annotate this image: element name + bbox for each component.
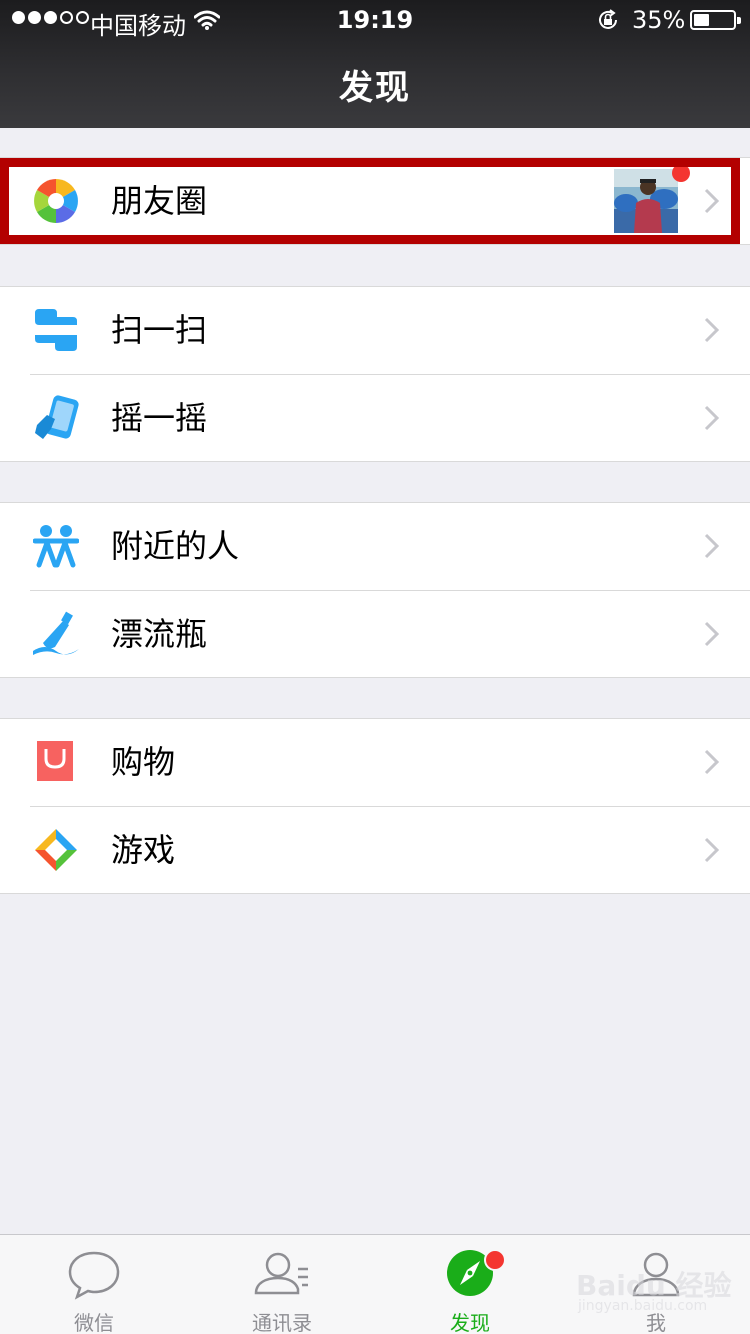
menu-group-shopping-games: 购物 游戏 (0, 718, 750, 894)
discover-badge (484, 1249, 506, 1271)
menu-item-scan[interactable]: 扫一扫 (0, 287, 750, 374)
baidu-jingyan-watermark: Baidu 经验 jingyan.baidu.com (576, 1264, 736, 1324)
top-bar: 中国移动 19:19 35% 发现 (0, 0, 750, 128)
chevron-right-icon (704, 837, 720, 863)
menu-item-label: 购物 (111, 743, 176, 781)
menu-item-label: 漂流瓶 (111, 615, 208, 653)
watermark-url: jingyan.baidu.com (578, 1298, 708, 1314)
tab-label: 发现 (450, 1311, 490, 1334)
battery-icon (690, 10, 741, 30)
tab-discover[interactable]: 发现 (376, 1235, 564, 1334)
menu-item-label: 附近的人 (111, 527, 240, 565)
moments-aperture-icon (33, 178, 79, 224)
tab-label: 微信 (74, 1311, 114, 1334)
chevron-right-icon (704, 405, 720, 431)
moments-latest-photo (614, 169, 678, 233)
chevron-right-icon (704, 621, 720, 647)
menu-item-shopping[interactable]: 购物 (0, 719, 750, 806)
menu-item-games[interactable]: 游戏 (30, 806, 750, 893)
tab-chats[interactable]: 微信 (0, 1235, 188, 1334)
menu-item-shake[interactable]: 摇一摇 (30, 374, 750, 461)
menu-group-moments: 朋友圈 (0, 157, 750, 245)
scan-icon (33, 307, 79, 353)
chevron-right-icon (704, 188, 720, 214)
menu-group-scan-shake: 扫一扫 摇一摇 (0, 286, 750, 462)
chevron-right-icon (704, 533, 720, 559)
contacts-icon (252, 1247, 312, 1303)
chat-bubble-icon (64, 1247, 124, 1303)
tab-contacts[interactable]: 通讯录 (188, 1235, 376, 1334)
tab-label: 通讯录 (252, 1311, 312, 1334)
menu-group-nearby-bottle: 附近的人 漂流瓶 (0, 502, 750, 678)
chevron-right-icon (704, 317, 720, 343)
status-bar: 中国移动 19:19 35% (0, 0, 750, 40)
menu-item-moments[interactable]: 朋友圈 (0, 158, 750, 244)
shake-phone-icon (33, 395, 79, 441)
people-nearby-icon (32, 523, 80, 569)
battery-percent: 35% (632, 6, 686, 34)
shopping-bag-icon (33, 739, 79, 785)
menu-item-label: 摇一摇 (111, 399, 208, 437)
chevron-right-icon (704, 749, 720, 775)
menu-item-nearby[interactable]: 附近的人 (0, 503, 750, 590)
menu-item-label: 朋友圈 (111, 182, 208, 220)
menu-item-label: 扫一扫 (111, 311, 208, 349)
games-icon (33, 827, 79, 873)
rotation-lock-icon (596, 8, 620, 38)
drift-bottle-icon (33, 611, 79, 657)
menu-item-label: 游戏 (111, 831, 176, 869)
menu-item-bottle[interactable]: 漂流瓶 (30, 590, 750, 677)
new-moment-badge (672, 164, 690, 182)
page-title: 发现 (339, 68, 411, 108)
